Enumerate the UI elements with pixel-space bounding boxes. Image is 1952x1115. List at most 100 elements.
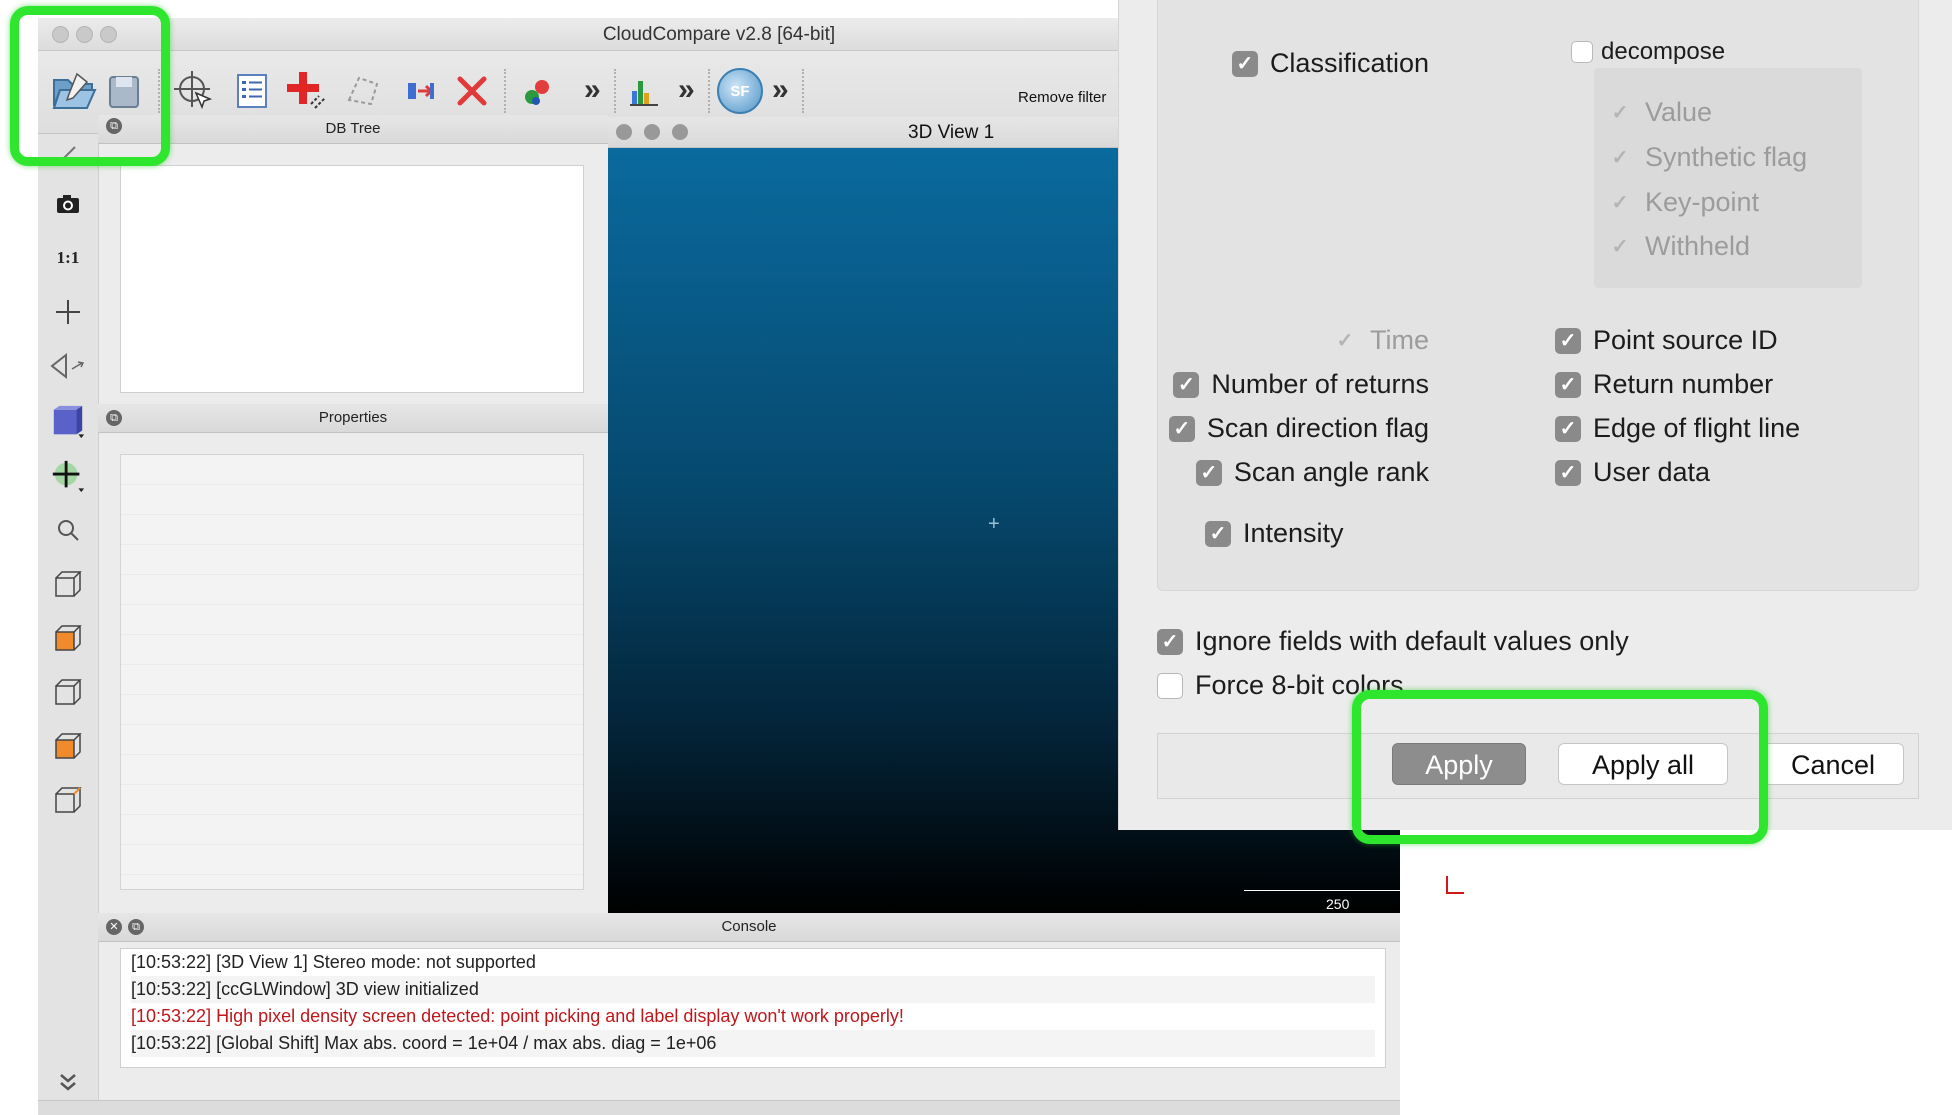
segment-icon bbox=[347, 76, 379, 106]
open-button[interactable] bbox=[48, 65, 100, 117]
view3d-close-button[interactable] bbox=[616, 124, 632, 140]
properties-panel[interactable] bbox=[120, 454, 584, 890]
cube-front-icon bbox=[55, 625, 82, 651]
delete-button[interactable] bbox=[446, 65, 498, 117]
scan-direction-flag-checkbox-row[interactable]: ✓ Scan direction flag bbox=[1168, 413, 1429, 444]
edge-of-flight-line-checkbox-row[interactable]: ✓ Edge of flight line bbox=[1555, 413, 1800, 444]
edge-of-flight-line-checkbox[interactable]: ✓ bbox=[1555, 415, 1581, 442]
intensity-checkbox[interactable]: ✓ bbox=[1205, 520, 1231, 547]
save-button[interactable] bbox=[98, 65, 150, 117]
console-header: ✕ ⧉ Console bbox=[98, 913, 1400, 942]
cancel-button[interactable]: Cancel bbox=[1762, 743, 1904, 785]
apply-all-button[interactable]: Apply all bbox=[1558, 743, 1728, 785]
view-back-button[interactable] bbox=[50, 728, 86, 764]
point-source-id-checkbox-row[interactable]: ✓ Point source ID bbox=[1555, 325, 1778, 356]
force-8bit-checkbox-row[interactable]: Force 8-bit colors bbox=[1157, 670, 1404, 701]
screenshot-button[interactable] bbox=[50, 186, 86, 222]
scan-angle-rank-label: Scan angle rank bbox=[1233, 457, 1429, 487]
cube-icon bbox=[53, 405, 85, 439]
db-tree-float-button[interactable]: ⧉ bbox=[106, 118, 122, 134]
open-folder-icon bbox=[52, 72, 97, 109]
pivot-button[interactable] bbox=[50, 294, 86, 330]
point-source-id-checkbox[interactable]: ✓ bbox=[1555, 327, 1581, 354]
scale-bar bbox=[1244, 890, 1432, 891]
classification-checkbox[interactable]: ✓ bbox=[1231, 50, 1258, 77]
left-toolbar: 1:1 bbox=[38, 134, 99, 1100]
toolbar-more-3[interactable]: » bbox=[772, 73, 789, 107]
list-button[interactable] bbox=[226, 65, 278, 117]
expand-toolbar-button[interactable] bbox=[50, 1064, 86, 1100]
classification-checkbox-row[interactable]: ✓ Classification bbox=[1220, 48, 1429, 79]
apply-button[interactable]: Apply bbox=[1392, 743, 1526, 785]
user-data-checkbox-row[interactable]: ✓ User data bbox=[1555, 457, 1710, 488]
force-8bit-label: Force 8-bit colors bbox=[1195, 670, 1404, 700]
view-front-button[interactable] bbox=[50, 620, 86, 656]
time-checkbox: ✓ bbox=[1336, 330, 1354, 352]
perspective-icon bbox=[50, 352, 85, 380]
key-point-checkbox-row: ✓ Key-point bbox=[1607, 187, 1759, 218]
withheld-label: Withheld bbox=[1645, 231, 1751, 261]
histogram-button[interactable] bbox=[618, 65, 670, 117]
pen-tool-button[interactable] bbox=[50, 136, 86, 172]
ignore-default-checkbox[interactable]: ✓ bbox=[1157, 628, 1183, 655]
zoom-button[interactable] bbox=[50, 512, 86, 548]
point-source-id-label: Point source ID bbox=[1593, 325, 1778, 355]
zoom-one-to-one-button[interactable]: 1:1 bbox=[50, 240, 86, 276]
pen-icon bbox=[58, 146, 76, 164]
force-8bit-checkbox[interactable] bbox=[1157, 672, 1183, 699]
ignore-default-checkbox-row[interactable]: ✓ Ignore fields with default values only bbox=[1157, 626, 1629, 657]
status-bar bbox=[38, 1100, 1400, 1115]
return-number-checkbox-row[interactable]: ✓ Return number bbox=[1555, 369, 1773, 400]
remove-filter-button[interactable]: Remove filter bbox=[1018, 89, 1106, 106]
decompose-checkbox[interactable] bbox=[1571, 41, 1593, 63]
time-label: Time bbox=[1370, 325, 1429, 355]
properties-float-button[interactable]: ⧉ bbox=[106, 410, 122, 426]
histogram-icon bbox=[630, 81, 658, 106]
scalar-field-label: SF bbox=[730, 82, 750, 100]
db-tree-header: DB Tree bbox=[98, 115, 608, 144]
view-iso-button[interactable] bbox=[50, 782, 86, 818]
point-picking-button[interactable] bbox=[168, 65, 220, 117]
scan-angle-rank-checkbox[interactable]: ✓ bbox=[1195, 459, 1222, 486]
scan-angle-rank-checkbox-row[interactable]: ✓ Scan angle rank bbox=[1195, 457, 1429, 488]
view3d-minimize-button[interactable] bbox=[644, 124, 660, 140]
segment-button[interactable] bbox=[338, 65, 390, 117]
view-top-button[interactable] bbox=[50, 566, 86, 602]
number-of-returns-checkbox[interactable]: ✓ bbox=[1173, 371, 1200, 398]
console-line-error: [10:53:22] High pixel density screen det… bbox=[131, 1006, 904, 1026]
toolbar-more-1[interactable]: » bbox=[584, 73, 601, 107]
db-tree-title: DB Tree bbox=[325, 120, 381, 137]
value-checkbox-row: ✓ Value bbox=[1607, 97, 1712, 128]
delete-icon bbox=[457, 76, 487, 106]
withheld-checkbox-row: ✓ Withheld bbox=[1607, 231, 1750, 262]
db-tree[interactable] bbox=[120, 165, 584, 393]
return-number-checkbox[interactable]: ✓ bbox=[1555, 371, 1581, 398]
view3d-title: 3D View 1 bbox=[908, 122, 995, 143]
intensity-checkbox-row[interactable]: ✓ Intensity bbox=[1205, 518, 1344, 549]
synthetic-flag-label: Synthetic flag bbox=[1645, 142, 1808, 172]
scan-direction-flag-checkbox[interactable]: ✓ bbox=[1168, 415, 1195, 442]
axis-trihedron-icon bbox=[1446, 876, 1464, 894]
user-data-label: User data bbox=[1593, 457, 1711, 487]
clone-button[interactable] bbox=[394, 65, 446, 117]
scalar-field-button[interactable]: SF bbox=[714, 65, 766, 117]
cube-back-icon bbox=[55, 733, 82, 759]
translate-rotate-button[interactable] bbox=[50, 458, 86, 494]
console-line: [10:53:22] [Global Shift] Max abs. coord… bbox=[131, 1030, 1375, 1057]
number-of-returns-checkbox-row[interactable]: ✓ Number of returns bbox=[1173, 369, 1429, 400]
console-line: [10:53:22] [3D View 1] Stereo mode: not … bbox=[131, 952, 536, 972]
properties-header: Properties bbox=[98, 404, 608, 433]
view-cube-button[interactable] bbox=[50, 404, 86, 440]
toolbar-more-2[interactable]: » bbox=[678, 73, 695, 107]
intensity-label: Intensity bbox=[1243, 518, 1344, 548]
decompose-checkbox-row[interactable]: decompose bbox=[1571, 38, 1725, 66]
perspective-button[interactable] bbox=[50, 348, 86, 384]
add-point-list-icon bbox=[287, 72, 326, 109]
view3d-maximize-button[interactable] bbox=[672, 124, 688, 140]
add-point-list-button[interactable] bbox=[280, 65, 332, 117]
user-data-checkbox[interactable]: ✓ bbox=[1555, 459, 1581, 486]
clone-icon bbox=[408, 83, 434, 99]
view-left-button[interactable] bbox=[50, 674, 86, 710]
console-log[interactable]: [10:53:22] [3D View 1] Stereo mode: not … bbox=[120, 948, 1386, 1068]
merge-button[interactable] bbox=[512, 65, 564, 117]
